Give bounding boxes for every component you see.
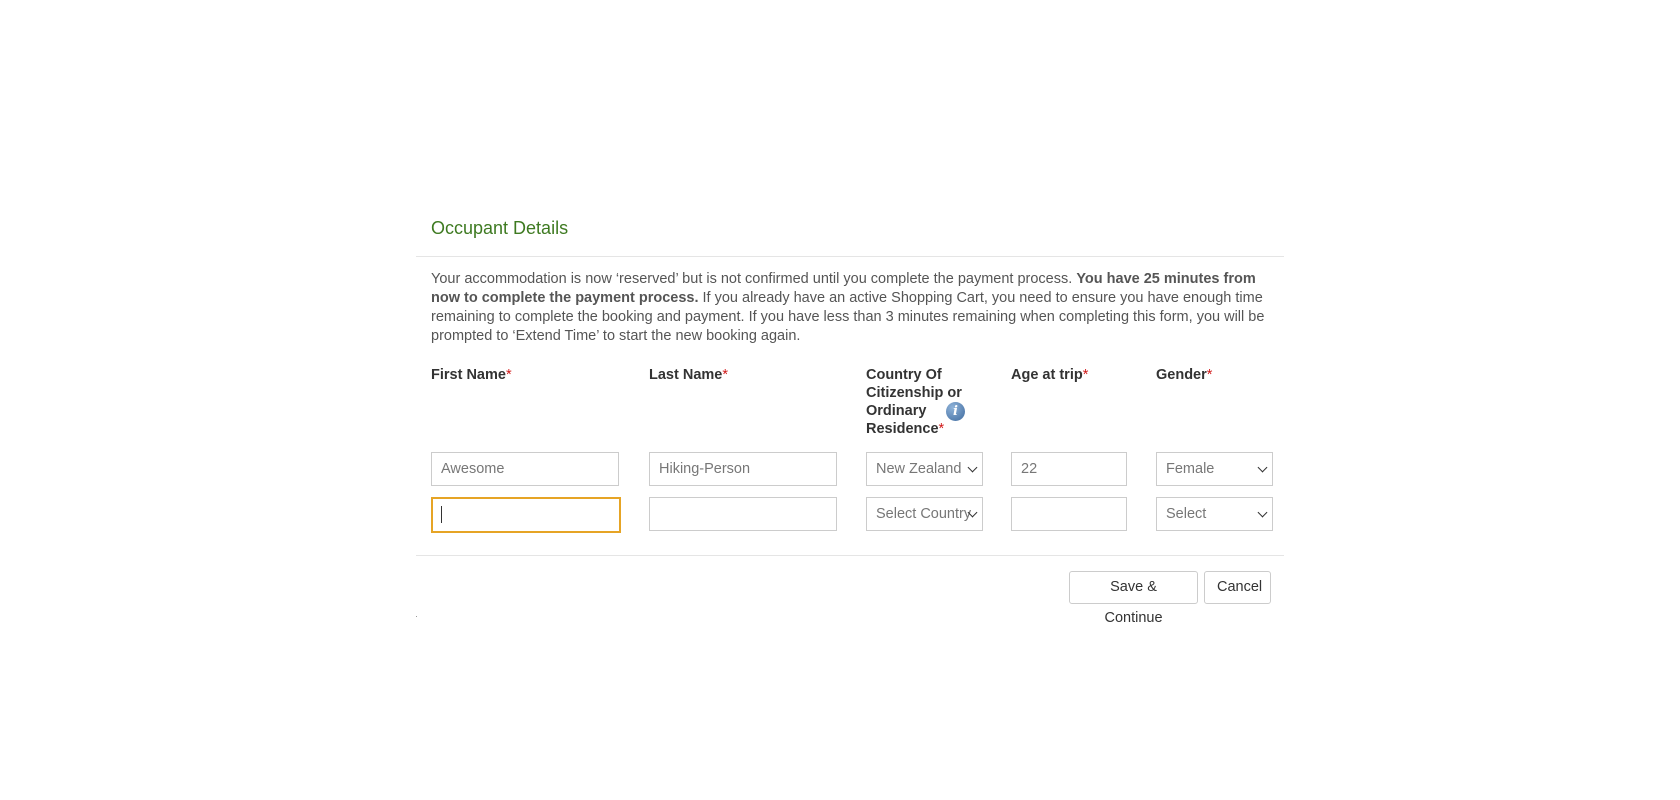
gender-select-value: Select bbox=[1166, 506, 1207, 522]
gender-select[interactable]: Select bbox=[1156, 497, 1273, 531]
text-caret bbox=[441, 505, 442, 523]
corner-dot-bottom bbox=[416, 616, 417, 617]
gender-select-value: Female bbox=[1166, 461, 1215, 477]
dialog-header: Occupant Details bbox=[416, 202, 1284, 257]
dialog-footer-divider bbox=[416, 555, 1284, 556]
country-label: Country Of Citizenship or Ordinary Resid… bbox=[866, 366, 986, 438]
save-continue-button[interactable]: Save & Continue bbox=[1069, 571, 1198, 626]
last-name-input[interactable] bbox=[649, 497, 837, 531]
gender-select[interactable]: Female bbox=[1156, 452, 1273, 486]
required-mark: * bbox=[1082, 367, 1089, 383]
last-name-label: Last Name* bbox=[649, 367, 728, 383]
last-name-input[interactable]: Hiking-Person bbox=[649, 452, 837, 486]
age-label: Age at trip* bbox=[1011, 367, 1089, 383]
country-select-value: Select Country bbox=[876, 506, 972, 522]
first-name-input[interactable]: Awesome bbox=[431, 452, 619, 486]
age-input[interactable] bbox=[1011, 497, 1127, 531]
gender-label: Gender* bbox=[1156, 367, 1213, 383]
notice-text-1: Your accommodation is now ‘reserved’ but… bbox=[431, 271, 1077, 287]
cancel-button[interactable]: Cancel bbox=[1204, 571, 1271, 604]
required-mark: * bbox=[1206, 367, 1213, 383]
chevron-down-icon bbox=[1257, 507, 1268, 518]
occupant-details-dialog: Occupant Details Your accommodation is n… bbox=[416, 202, 1284, 626]
country-select[interactable]: New Zealand bbox=[866, 452, 983, 486]
first-name-label: First Name* bbox=[431, 367, 512, 383]
chevron-down-icon bbox=[967, 462, 978, 473]
chevron-down-icon bbox=[1257, 462, 1268, 473]
info-icon[interactable]: i bbox=[946, 402, 965, 421]
required-mark: * bbox=[722, 367, 728, 383]
reservation-notice: Your accommodation is now ‘reserved’ but… bbox=[431, 270, 1271, 346]
country-select[interactable]: Select Country bbox=[866, 497, 983, 531]
required-mark: * bbox=[938, 421, 945, 437]
age-input[interactable]: 22 bbox=[1011, 452, 1127, 486]
required-mark: * bbox=[505, 367, 512, 383]
first-name-input[interactable] bbox=[431, 497, 621, 533]
country-select-value: New Zealand bbox=[876, 461, 962, 477]
dialog-title: Occupant Details bbox=[431, 218, 569, 238]
